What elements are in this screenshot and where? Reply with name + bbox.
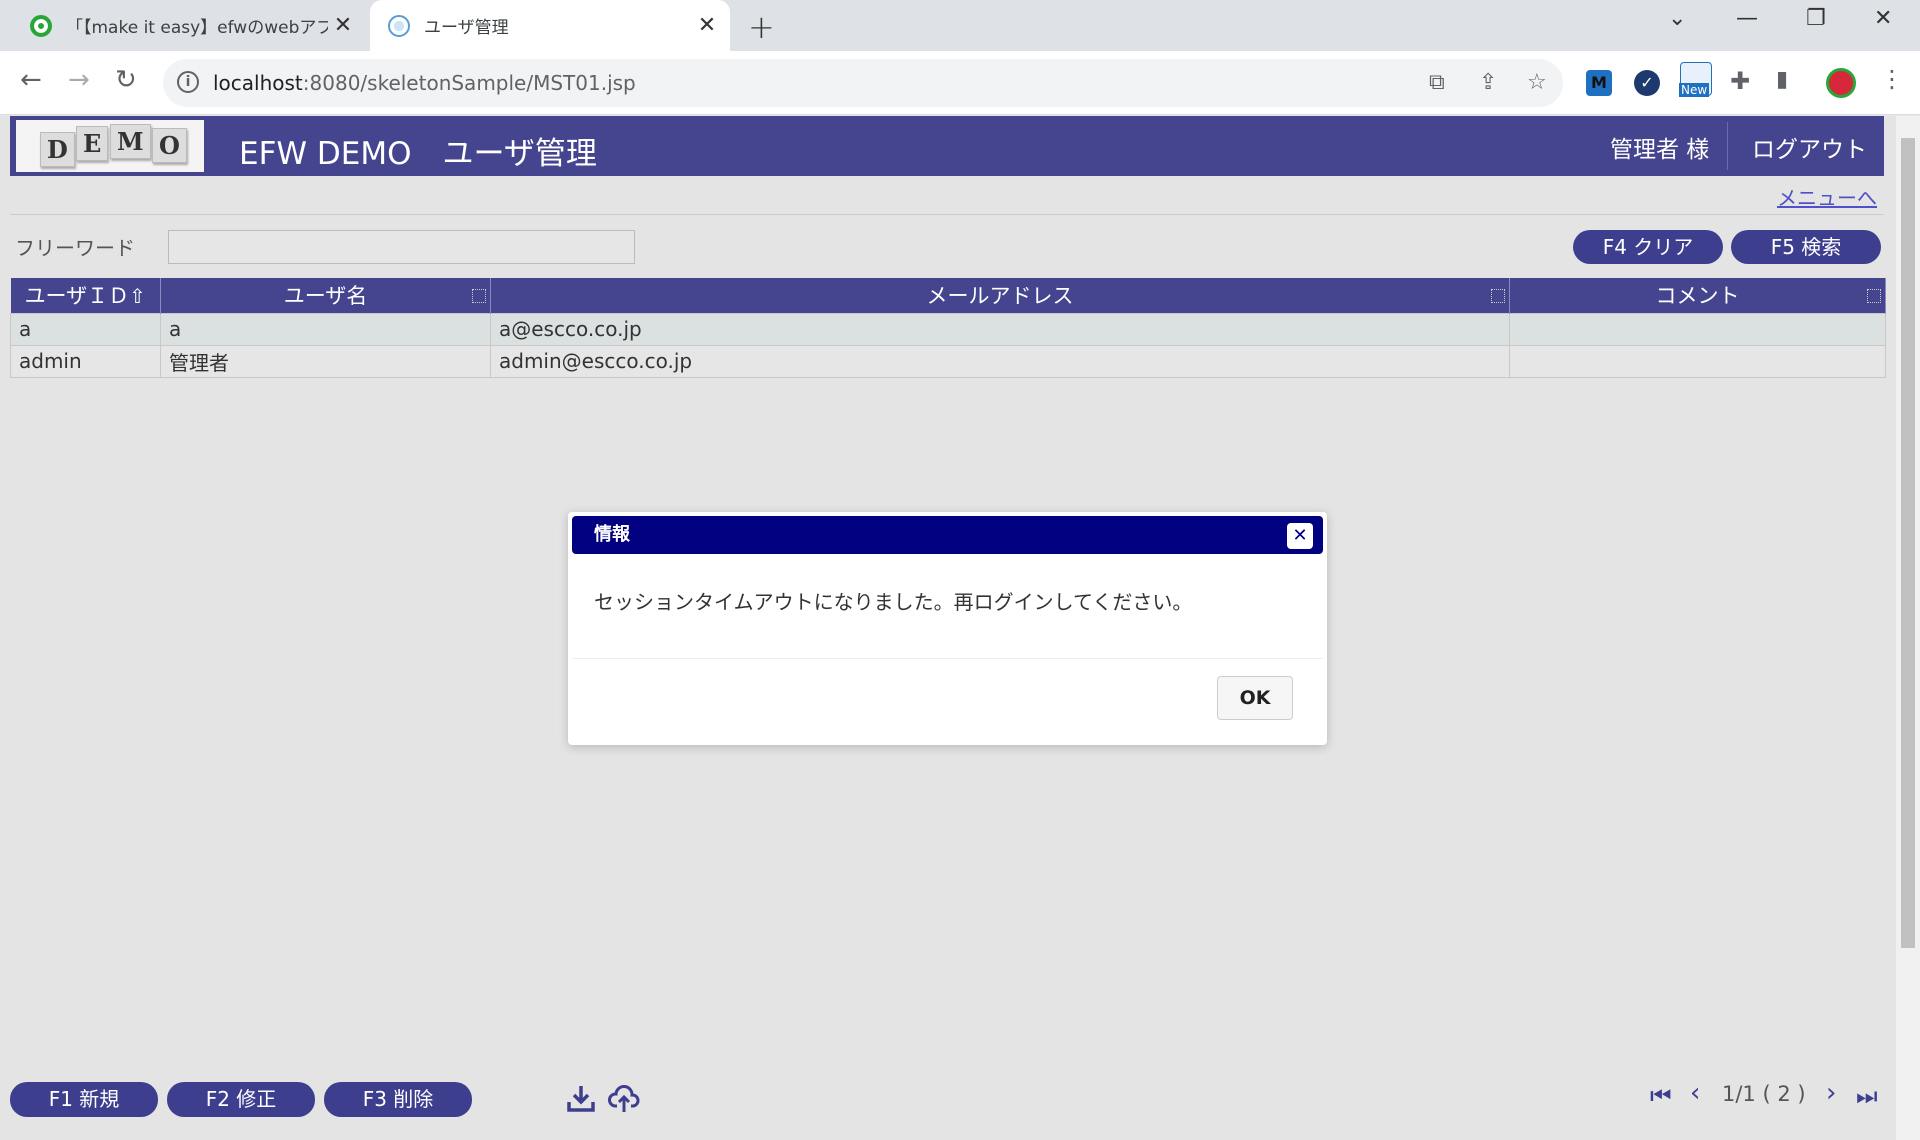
back-arrow-icon[interactable]: ← <box>20 65 42 95</box>
cell-user-name: a <box>160 312 491 346</box>
extension-m-icon[interactable]: M <box>1586 70 1612 96</box>
column-label: ユーザ名 <box>283 284 368 309</box>
profile-avatar[interactable] <box>1826 68 1856 98</box>
tab-search-chevron-icon[interactable]: ⌄ <box>1668 6 1686 31</box>
share-icon[interactable]: ⇪ <box>1479 70 1497 95</box>
restore-icon[interactable]: ❐ <box>1806 6 1826 31</box>
column-header-comment[interactable]: コメント <box>1509 278 1886 313</box>
column-header-email[interactable]: メールアドレス <box>490 278 1510 313</box>
search-button[interactable]: F5 検索 <box>1731 230 1881 264</box>
scrollbar-thumb[interactable] <box>1901 138 1915 948</box>
bookmark-star-icon[interactable]: ☆ <box>1527 70 1547 95</box>
divider <box>10 214 1884 215</box>
column-header-user-id[interactable]: ユーザＩＤ⇧ <box>10 278 161 313</box>
extension-m-label: M <box>1591 73 1607 92</box>
reload-icon[interactable]: ↻ <box>115 65 137 95</box>
new-badge: New <box>1679 83 1710 97</box>
demo-logo: D E M O <box>16 120 204 172</box>
logo-letter: M <box>110 124 151 159</box>
browser-tab-user-management[interactable]: ユーザ管理 ✕ <box>370 0 730 51</box>
dialog-divider <box>572 658 1323 659</box>
new-tab-icon[interactable]: + <box>748 8 775 46</box>
table-header-row: ユーザＩＤ⇧ ユーザ名 メールアドレス コメント <box>10 278 1886 313</box>
column-filter-checkbox[interactable] <box>472 289 486 303</box>
logo-letter: D <box>40 132 75 167</box>
column-label: ユーザＩＤ <box>24 284 130 309</box>
tab-close-icon[interactable]: ✕ <box>328 13 358 38</box>
address-bar[interactable]: i localhost:8080/skeletonSample/MST01.js… <box>163 59 1563 107</box>
url-path: :8080/skeletonSample/MST01.jsp <box>302 71 636 95</box>
cell-email: a@escco.co.jp <box>490 312 1510 346</box>
site-info-icon[interactable]: i <box>177 71 199 93</box>
cell-comment <box>1509 344 1886 378</box>
cell-user-name: 管理者 <box>160 344 491 378</box>
new-button[interactable]: F1 新規 <box>10 1082 158 1117</box>
site-favicon-icon <box>30 14 52 37</box>
browser-tab-efw-article[interactable]: 「【make it easy】efwのwebアプリの ✕ <box>16 0 366 51</box>
side-panel-icon[interactable]: ▮ <box>1776 67 1788 92</box>
page-info: 1/1 ( 2 ) <box>1722 1082 1806 1106</box>
freeword-input[interactable] <box>168 230 635 264</box>
header-divider <box>1727 122 1728 170</box>
extension-check-icon[interactable]: ✓ <box>1634 70 1660 96</box>
extensions-puzzle-icon[interactable]: ✚ <box>1730 67 1750 95</box>
app-header: D E M O EFW DEMO ユーザ管理 管理者 様 ログアウト <box>10 116 1884 176</box>
menu-link[interactable]: メニューへ <box>1777 182 1877 211</box>
column-label: メールアドレス <box>926 284 1074 309</box>
cell-email: admin@escco.co.jp <box>490 344 1510 378</box>
logo-letter: O <box>152 128 187 163</box>
browser-tab-bar: 「【make it easy】efwのwebアプリの ✕ ユーザ管理 ✕ + ⌄… <box>0 0 1920 51</box>
table-row[interactable]: a a a@escco.co.jp <box>10 312 1886 346</box>
url-text[interactable]: localhost:8080/skeletonSample/MST01.jsp <box>213 71 636 95</box>
globe-favicon-icon <box>388 14 410 37</box>
column-header-user-name[interactable]: ユーザ名 <box>160 278 491 313</box>
extension-new-icon[interactable]: New <box>1679 62 1712 97</box>
tab-title: 「【make it easy】efwのwebアプリの <box>66 18 328 38</box>
cell-user-id: a <box>10 312 161 346</box>
edit-button[interactable]: F2 修正 <box>167 1082 315 1117</box>
tab-close-icon[interactable]: ✕ <box>692 13 722 38</box>
ok-button[interactable]: OK <box>1217 676 1293 720</box>
prev-page-icon[interactable]: ‹ <box>1690 1078 1700 1108</box>
logo-letter: E <box>76 126 109 161</box>
download-icon[interactable] <box>565 1082 597 1114</box>
translate-icon[interactable]: ⧉ <box>1429 70 1445 95</box>
url-host: localhost <box>213 71 303 95</box>
session-timeout-dialog: 情報 ✕ セッションタイムアウトになりました。再ログインしてください。 OK <box>568 512 1327 745</box>
vertical-scrollbar[interactable] <box>1896 116 1920 1140</box>
tab-title: ユーザ管理 <box>424 18 509 38</box>
freeword-label: フリーワード <box>15 236 135 260</box>
table-row[interactable]: admin 管理者 admin@escco.co.jp <box>10 344 1886 378</box>
sort-up-arrow-icon[interactable]: ⇧ <box>129 284 146 308</box>
window-close-icon[interactable]: ✕ <box>1874 6 1892 31</box>
page-title: EFW DEMO ユーザ管理 <box>239 136 597 172</box>
clear-button[interactable]: F4 クリア <box>1573 230 1723 264</box>
column-filter-checkbox[interactable] <box>1491 289 1505 303</box>
browser-menu-icon[interactable]: ⋮ <box>1880 65 1904 93</box>
dialog-message: セッションタイムアウトになりました。再ログインしてください。 <box>594 590 1193 614</box>
cell-comment <box>1509 312 1886 346</box>
delete-button[interactable]: F3 削除 <box>324 1082 472 1117</box>
next-page-icon[interactable]: › <box>1826 1078 1836 1108</box>
forward-arrow-icon[interactable]: → <box>68 65 90 95</box>
logout-link[interactable]: ログアウト <box>1752 130 1867 164</box>
dialog-title-bar: 情報 ✕ <box>572 516 1323 554</box>
upload-cloud-icon[interactable] <box>608 1082 640 1114</box>
column-label: コメント <box>1655 284 1740 309</box>
browser-toolbar: ← → ↻ i localhost:8080/skeletonSample/MS… <box>0 51 1920 115</box>
app-page: D E M O EFW DEMO ユーザ管理 管理者 様 ログアウト メニューへ… <box>0 116 1920 1140</box>
user-name: 管理者 様 <box>1610 137 1710 163</box>
dialog-title: 情報 <box>594 524 630 545</box>
minimize-icon[interactable]: — <box>1736 6 1758 31</box>
dialog-close-icon[interactable]: ✕ <box>1287 523 1313 549</box>
column-filter-checkbox[interactable] <box>1867 289 1881 303</box>
first-page-icon[interactable]: ⏮ <box>1650 1082 1672 1110</box>
last-page-icon[interactable]: ⏭ <box>1856 1082 1878 1110</box>
cell-user-id: admin <box>10 344 161 378</box>
user-table: ユーザＩＤ⇧ ユーザ名 メールアドレス コメント a a a@escco.co.… <box>10 278 1886 378</box>
